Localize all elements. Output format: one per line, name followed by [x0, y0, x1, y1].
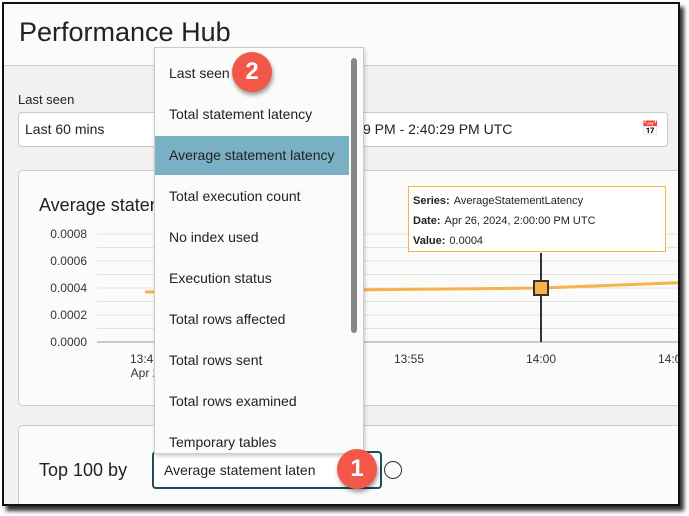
tooltip-date: Apr 26, 2024, 2:00:00 PM UTC — [444, 215, 596, 227]
x-tick-label: 14:05 — [658, 352, 680, 366]
performance-hub-window: Performance Hub Last seen Last 60 mins 9… — [2, 2, 680, 506]
dropdown-item[interactable]: Temporary tables — [155, 423, 349, 462]
x-tick-label: 14:00 — [526, 352, 556, 366]
tooltip-value: 0.0004 — [449, 235, 484, 247]
info-icon[interactable] — [384, 461, 402, 479]
y-tick-label: 0.0008 — [50, 227, 87, 241]
dropdown-item[interactable]: No index used — [155, 218, 349, 257]
dropdown-item[interactable]: Average statement latency — [155, 136, 349, 175]
last-seen-label: Last seen — [18, 92, 75, 107]
x-tick-label: 13:55 — [394, 352, 424, 366]
page-title: Performance Hub — [19, 17, 231, 47]
top-by-select-value: Average statement laten — [164, 462, 316, 478]
y-tick-label: 0.0002 — [50, 308, 87, 322]
tooltip-value-label: Value: — [413, 235, 446, 247]
step-badge-2: 2 — [232, 52, 272, 92]
y-tick-label: 0.0004 — [50, 281, 87, 295]
tooltip-date-label: Date: — [413, 215, 441, 227]
tooltip-series: AverageStatementLatency — [453, 195, 584, 207]
time-range-text: 9 PM - 2:40:29 PM UTC — [363, 121, 513, 137]
step-badge-1: 1 — [337, 449, 377, 489]
tooltip-series-label: Series: — [413, 195, 450, 207]
data-point-marker — [533, 280, 549, 296]
dropdown-item[interactable]: Total execution count — [155, 177, 349, 216]
top-label: Top 100 by — [39, 460, 128, 480]
dropdown-item[interactable]: Execution status — [155, 259, 349, 298]
y-tick-label: 0.0000 — [50, 335, 87, 349]
metric-dropdown[interactable]: Last seen Total statement latency Average … — [154, 47, 364, 454]
y-tick-label: 0.0006 — [50, 254, 87, 268]
dropdown-item[interactable]: Total rows examined — [155, 382, 349, 421]
dropdown-item[interactable]: Total rows affected — [155, 300, 349, 339]
dropdown-scrollbar[interactable] — [351, 58, 357, 333]
chart-tooltip: Series: AverageStatementLatency Date: Apr … — [408, 186, 666, 252]
dropdown-item[interactable]: Total rows sent — [155, 341, 349, 380]
dropdown-item[interactable]: Total statement latency — [155, 95, 349, 134]
calendar-clock-icon[interactable]: 📅 — [642, 120, 659, 137]
